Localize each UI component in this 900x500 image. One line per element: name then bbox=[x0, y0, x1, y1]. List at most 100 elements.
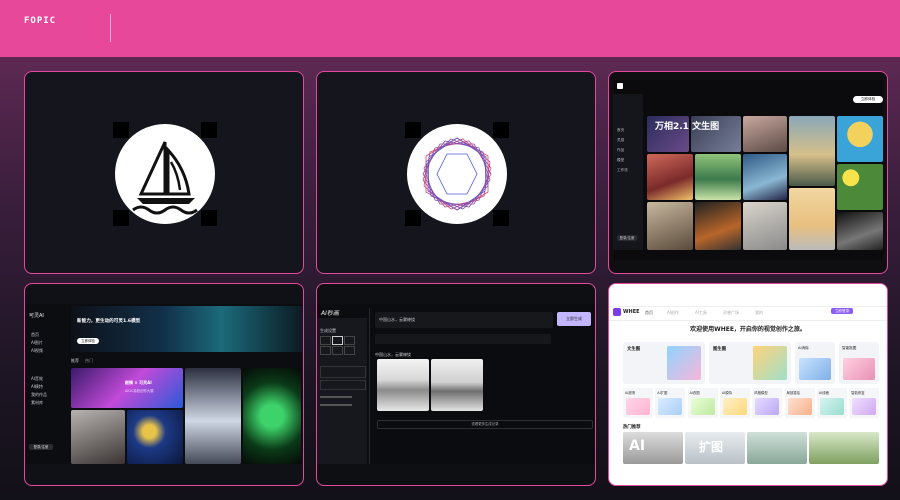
recommend-tile[interactable]: AI bbox=[623, 432, 683, 464]
feature-card-title: 图生图 bbox=[713, 347, 727, 352]
spiral-hexagon-icon bbox=[422, 137, 492, 211]
sidebar-item-ai-sound[interactable]: AI音效 bbox=[31, 376, 43, 382]
settings-label: 生成设置 bbox=[320, 328, 336, 333]
prompt-text: 中国山水，云雾缭绕 bbox=[379, 317, 415, 322]
app-card-miaohua[interactable]: AI秒画 生成设置 中国山水，云雾缭绕 立即生成 中国山水，云雾缭绕 查看更多生… bbox=[316, 283, 596, 486]
result-image[interactable] bbox=[431, 359, 483, 411]
sailboat-logo bbox=[113, 122, 217, 226]
sidebar-item-models[interactable]: 模型 bbox=[617, 158, 624, 163]
tab-hot[interactable]: 热门 bbox=[85, 358, 93, 364]
login-button[interactable]: 登录/注册 bbox=[29, 444, 53, 450]
whee-header bbox=[609, 284, 887, 307]
reference-bar[interactable] bbox=[375, 334, 551, 344]
tool-card-label: AI线稿 bbox=[818, 391, 829, 395]
hero-banner bbox=[71, 306, 303, 352]
tool-card-thumb bbox=[819, 398, 844, 415]
feature-card-text2img[interactable]: 文生图 bbox=[623, 342, 705, 384]
gallery-tile[interactable] bbox=[837, 212, 883, 250]
feature-card-title: 文生图 bbox=[627, 347, 641, 352]
tool-card-thumb bbox=[722, 398, 747, 415]
recommend-tile[interactable] bbox=[747, 432, 807, 464]
feature-card-cutout[interactable]: 智能抠图 bbox=[839, 342, 879, 384]
sidebar-item-inspiration[interactable]: 灵感 bbox=[617, 138, 624, 143]
feature-card-img2img[interactable]: 图生图 bbox=[709, 342, 791, 384]
login-button[interactable]: 登录/注册 bbox=[617, 235, 637, 241]
header-divider bbox=[609, 320, 887, 321]
sidebar-item-ai-image[interactable]: AI图片 bbox=[31, 340, 43, 346]
hero-try-button[interactable]: 立即体验 bbox=[77, 338, 99, 344]
gallery-tile[interactable] bbox=[837, 164, 883, 210]
tool-card[interactable]: AI线稿 bbox=[816, 388, 847, 418]
app-card-sailboat[interactable] bbox=[24, 71, 304, 274]
quality-selector[interactable] bbox=[320, 380, 366, 390]
tool-card[interactable]: AI超清 bbox=[623, 388, 653, 418]
brand-logo[interactable]: FOPIC bbox=[24, 16, 56, 26]
gallery-tile[interactable] bbox=[837, 116, 883, 162]
tool-card[interactable]: 局部重绘 bbox=[784, 388, 815, 418]
gallery-tile[interactable] bbox=[647, 202, 693, 250]
sidebar-item-my-works[interactable]: 我的作品 bbox=[31, 392, 47, 398]
whee-logo[interactable]: WHEE bbox=[623, 309, 640, 315]
login-badge[interactable]: 立即登录 bbox=[831, 308, 853, 314]
nav-inspiration[interactable]: 灵感广场 bbox=[723, 310, 739, 316]
tool-card-thumb bbox=[690, 398, 715, 415]
tool-card[interactable]: 智能修复 bbox=[849, 388, 880, 418]
portrait-tile[interactable] bbox=[71, 410, 125, 464]
result-image[interactable] bbox=[377, 359, 429, 411]
tool-card-thumb bbox=[852, 398, 877, 415]
gallery-tile[interactable] bbox=[743, 154, 787, 200]
gallery-tile[interactable] bbox=[789, 116, 835, 186]
feature-subtitle: AIGC高校创作大赛 bbox=[125, 389, 154, 393]
prompt-input[interactable]: 中国山水，云雾缭绕 bbox=[375, 312, 553, 328]
try-now-button[interactable]: 立即体验 bbox=[853, 96, 883, 103]
app-card-whee[interactable]: WHEE 首页 AI创作 AI工具 灵感广场 我的 立即登录 欢迎使用WHEE，… bbox=[608, 283, 888, 486]
tab-recommended[interactable]: 推荐 bbox=[71, 358, 79, 364]
nav-home[interactable]: 首页 bbox=[645, 310, 653, 316]
sidebar-item-workflow[interactable]: 工作流 bbox=[617, 168, 628, 173]
sidebar-item-works[interactable]: 作品 bbox=[617, 148, 624, 153]
whee-logo-icon bbox=[613, 308, 621, 316]
nav-ai-create[interactable]: AI创作 bbox=[667, 310, 679, 316]
app-card-spiral[interactable] bbox=[316, 71, 596, 274]
gallery-tile[interactable] bbox=[647, 154, 693, 200]
generate-button[interactable]: 立即生成 bbox=[557, 312, 591, 326]
tool-card[interactable]: AI改图 bbox=[687, 388, 718, 418]
starry-tile[interactable] bbox=[127, 410, 183, 464]
sidebar-item-home[interactable]: 首页 bbox=[31, 332, 39, 338]
gallery-tile[interactable] bbox=[695, 202, 741, 250]
app-card-gallery[interactable]: 立即体验 首页 灵感 作品 模型 工作流 登录/注册 万相2.1 文生图 bbox=[608, 71, 888, 274]
results-label: 中国山水，云雾缭绕 bbox=[375, 352, 411, 357]
nav-mine[interactable]: 我的 bbox=[755, 310, 763, 316]
tool-card-thumb bbox=[755, 398, 780, 415]
sidebar-item-ai-video[interactable]: AI视频 bbox=[31, 348, 43, 354]
glow-tile[interactable] bbox=[243, 368, 301, 464]
more-records-bar[interactable]: 查看更多生成记录 bbox=[377, 420, 593, 429]
tool-card[interactable]: AI模特 bbox=[719, 388, 750, 418]
feature-title: 剧情 × 可灵AI bbox=[125, 380, 152, 385]
app-logo[interactable]: AI秒画 bbox=[321, 308, 339, 317]
app-card-kling[interactable]: 可灵AI 首页 AI图片 AI视频 AI音效 AI模特 我的作品 素材库 登录/… bbox=[24, 283, 304, 486]
sidebar-item-home[interactable]: 首页 bbox=[617, 128, 624, 133]
tool-card-label: AI模特 bbox=[721, 391, 732, 395]
nav-ai-tools[interactable]: AI工具 bbox=[695, 310, 707, 316]
steps-slider[interactable] bbox=[320, 404, 352, 406]
feature-thumb bbox=[799, 358, 831, 380]
gallery-tile[interactable] bbox=[743, 116, 787, 152]
tool-card[interactable]: 风格模型 bbox=[752, 388, 783, 418]
sidebar-item-ai-model[interactable]: AI模特 bbox=[31, 384, 43, 390]
gallery-tile[interactable] bbox=[743, 202, 787, 250]
ratio-grid[interactable] bbox=[320, 336, 364, 356]
gallery-tile[interactable] bbox=[789, 188, 835, 250]
sidebar-item-assets[interactable]: 素材库 bbox=[31, 400, 43, 406]
recommend-tile[interactable] bbox=[809, 432, 879, 464]
feature-card-erase[interactable]: AI消除 bbox=[795, 342, 835, 384]
header-divider bbox=[110, 14, 111, 42]
strength-slider[interactable] bbox=[320, 396, 352, 398]
tool-card-label: AI超清 bbox=[625, 391, 636, 395]
recommend-tile[interactable]: 扩图 bbox=[685, 432, 745, 464]
tool-card[interactable]: AI扩图 bbox=[655, 388, 686, 418]
app-logo[interactable]: 可灵AI bbox=[29, 312, 44, 319]
ballet-tile[interactable] bbox=[185, 368, 241, 464]
gallery-tile[interactable] bbox=[695, 154, 741, 200]
style-selector[interactable] bbox=[320, 366, 366, 378]
